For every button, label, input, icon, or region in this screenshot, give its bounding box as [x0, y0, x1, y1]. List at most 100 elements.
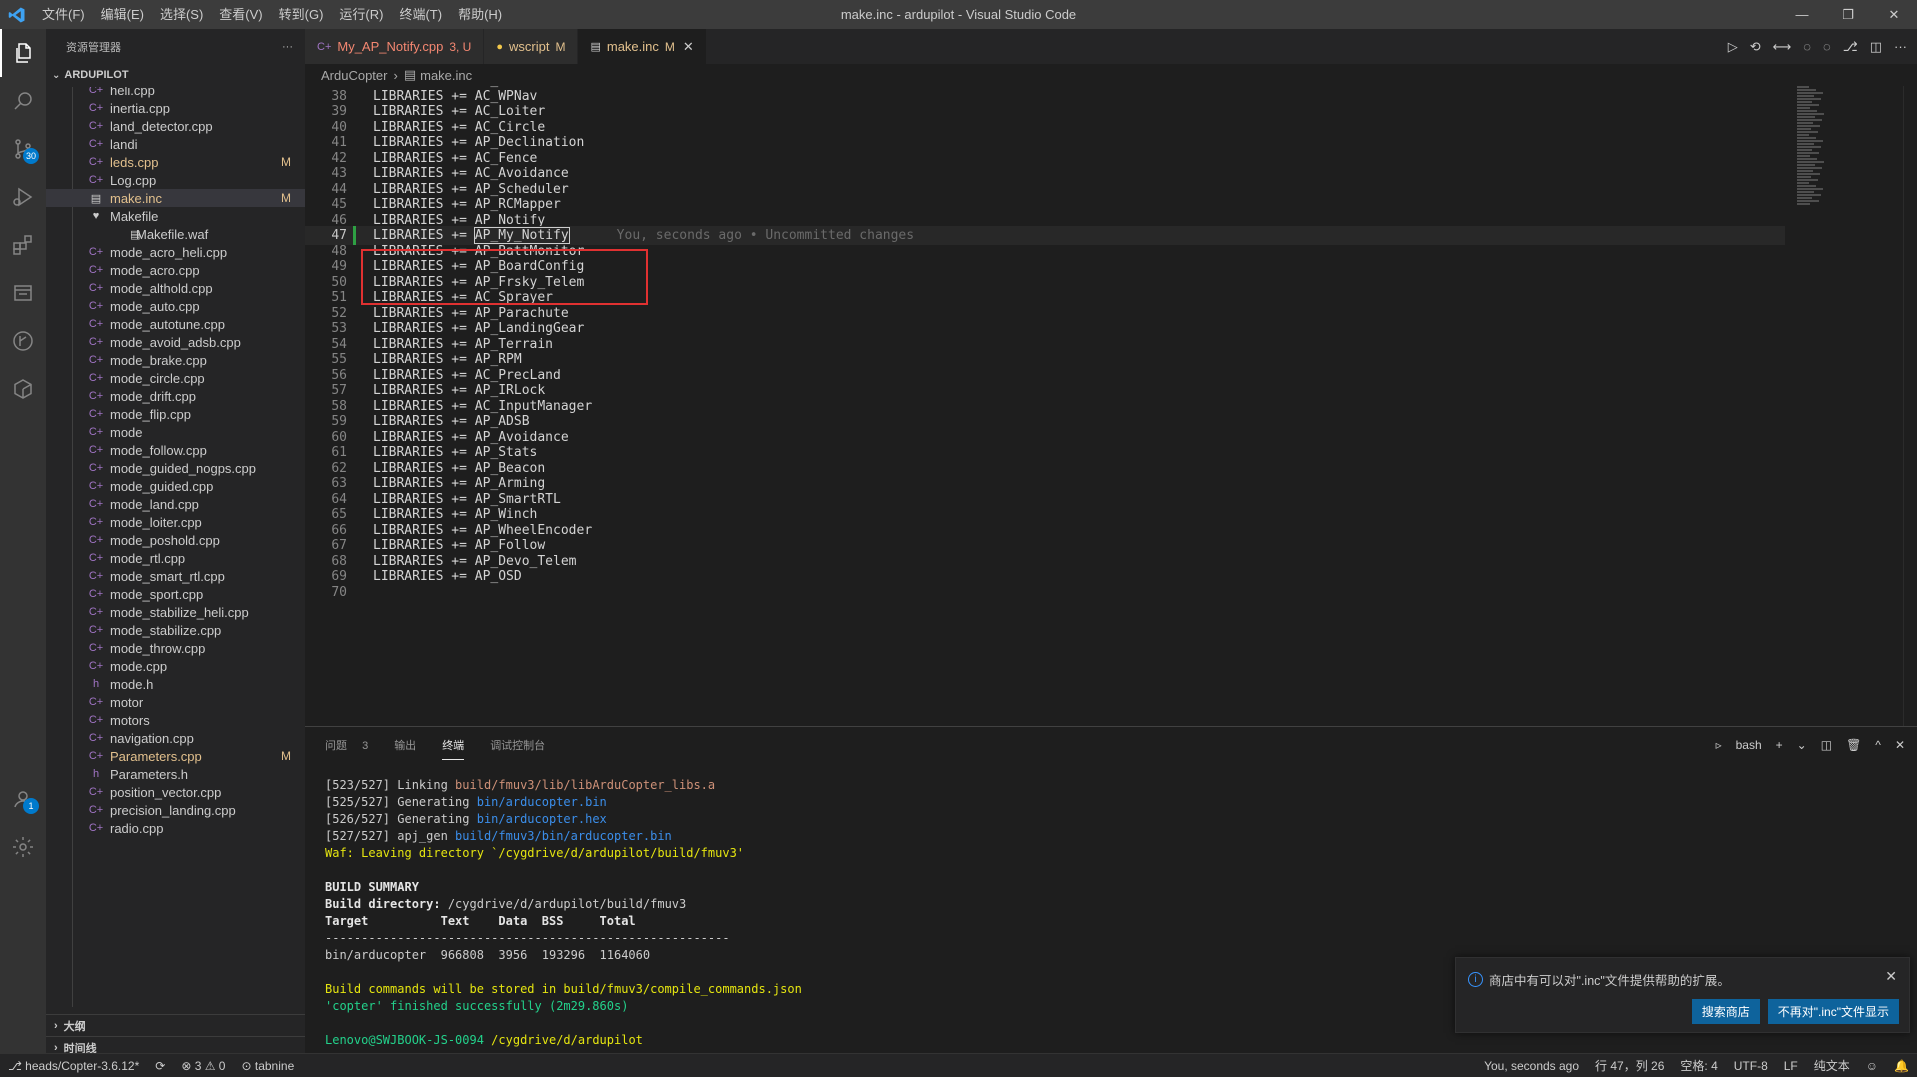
- minimize-button[interactable]: —: [1779, 0, 1825, 29]
- outline-section[interactable]: › 大纲: [46, 1014, 305, 1036]
- git-compare-icon[interactable]: ⟷: [1773, 39, 1792, 55]
- file-item[interactable]: C+ position_vector.cpp: [46, 783, 305, 801]
- workspace-section[interactable]: ⌄ ARDUPILOT: [46, 64, 305, 86]
- explorer-more-button[interactable]: ···: [282, 41, 293, 53]
- cursor-position[interactable]: 行 47，列 26: [1587, 1057, 1672, 1074]
- menu-edit[interactable]: 编辑(E): [93, 0, 152, 29]
- file-item[interactable]: ▤ Makefile.waf: [46, 225, 305, 243]
- menu-selection[interactable]: 选择(S): [152, 0, 211, 29]
- run-icon[interactable]: ▷: [1728, 39, 1738, 55]
- more-actions-icon[interactable]: ···: [1894, 39, 1907, 54]
- git-next-icon[interactable]: ◌: [1823, 39, 1831, 54]
- split-editor-icon[interactable]: ◫: [1870, 39, 1882, 55]
- menu-terminal[interactable]: 终端(T): [391, 0, 450, 29]
- file-item[interactable]: C+ mode_althold.cpp: [46, 279, 305, 297]
- sync-icon[interactable]: ⟳: [147, 1059, 173, 1073]
- file-item[interactable]: C+ mode_drift.cpp: [46, 387, 305, 405]
- file-item[interactable]: C+ mode_sport.cpp: [46, 585, 305, 603]
- file-item[interactable]: C+ Parameters.cpp M: [46, 747, 305, 765]
- new-terminal-button[interactable]: +: [1776, 738, 1783, 752]
- menu-go[interactable]: 转到(G): [271, 0, 332, 29]
- file-item[interactable]: C+ leds.cpp M: [46, 153, 305, 171]
- minimap[interactable]: [1797, 86, 1827, 226]
- feedback-icon[interactable]: ☺: [1858, 1059, 1886, 1073]
- tab-my-ap-notify[interactable]: C+ My_AP_Notify.cpp 3, U: [305, 29, 485, 64]
- menu-run[interactable]: 运行(R): [331, 0, 391, 29]
- gear-icon[interactable]: [0, 823, 46, 871]
- file-item[interactable]: C+ mode_smart_rtl.cpp: [46, 567, 305, 585]
- file-item[interactable]: C+ mode: [46, 423, 305, 441]
- menu-file[interactable]: 文件(F): [34, 0, 93, 29]
- menu-help[interactable]: 帮助(H): [450, 0, 510, 29]
- indentation[interactable]: 空格: 4: [1672, 1057, 1725, 1074]
- file-item[interactable]: C+ mode_land.cpp: [46, 495, 305, 513]
- tab-output[interactable]: 输出: [394, 737, 416, 753]
- close-window-button[interactable]: ✕: [1871, 0, 1917, 29]
- file-item[interactable]: C+ landi: [46, 135, 305, 153]
- restore-button[interactable]: ❐: [1825, 0, 1871, 29]
- editor-scrollbar[interactable]: [1903, 86, 1917, 726]
- git-previous-icon[interactable]: ◌: [1803, 39, 1811, 54]
- file-item[interactable]: C+ mode_throw.cpp: [46, 639, 305, 657]
- maximize-panel-button[interactable]: ^: [1875, 738, 1881, 752]
- file-item[interactable]: h mode.h: [46, 675, 305, 693]
- file-item[interactable]: C+ inertia.cpp: [46, 99, 305, 117]
- file-item[interactable]: C+ mode_guided_nogps.cpp: [46, 459, 305, 477]
- file-item[interactable]: C+ mode_stabilize_heli.cpp: [46, 603, 305, 621]
- encoding[interactable]: UTF-8: [1726, 1059, 1776, 1073]
- file-item[interactable]: C+ mode_circle.cpp: [46, 369, 305, 387]
- file-item[interactable]: ♥ Makefile: [46, 207, 305, 225]
- search-icon[interactable]: [0, 77, 46, 125]
- file-item[interactable]: C+ mode_acro.cpp: [46, 261, 305, 279]
- language-mode[interactable]: 纯文本: [1806, 1057, 1858, 1074]
- problems-indicator[interactable]: ⊗ 3 ⚠ 0: [173, 1059, 233, 1073]
- file-item[interactable]: C+ mode_acro_heli.cpp: [46, 243, 305, 261]
- tab-wscript[interactable]: ● wscript M: [484, 29, 579, 64]
- file-item[interactable]: C+ mode_flip.cpp: [46, 405, 305, 423]
- file-item[interactable]: C+ mode_auto.cpp: [46, 297, 305, 315]
- accounts-icon[interactable]: 1: [0, 775, 46, 823]
- history-icon[interactable]: ⟲: [1750, 39, 1761, 55]
- file-item[interactable]: C+ precision_landing.cpp: [46, 801, 305, 819]
- extensions-icon[interactable]: [0, 221, 46, 269]
- blame-indicator[interactable]: You, seconds ago: [1476, 1059, 1587, 1073]
- file-item[interactable]: ▤ make.inc M: [46, 189, 305, 207]
- remote-explorer-icon[interactable]: [0, 269, 46, 317]
- tab-debug-console[interactable]: 调试控制台: [490, 737, 545, 753]
- file-item[interactable]: C+ navigation.cpp: [46, 729, 305, 747]
- file-item[interactable]: C+ heli.cpp: [46, 87, 305, 99]
- close-panel-button[interactable]: ✕: [1895, 738, 1905, 752]
- split-terminal-button[interactable]: ◫: [1821, 738, 1832, 752]
- bell-icon[interactable]: 🔔: [1886, 1059, 1917, 1073]
- file-item[interactable]: C+ mode.cpp: [46, 657, 305, 675]
- menu-view[interactable]: 查看(V): [211, 0, 270, 29]
- file-item[interactable]: C+ mode_poshold.cpp: [46, 531, 305, 549]
- tab-make-inc[interactable]: ▤ make.inc M ✕: [578, 29, 707, 64]
- breadcrumb-folder[interactable]: ArduCopter: [321, 68, 387, 83]
- file-item[interactable]: C+ mode_guided.cpp: [46, 477, 305, 495]
- git-graph-icon[interactable]: [0, 317, 46, 365]
- cmake-icon[interactable]: [0, 365, 46, 413]
- branch-indicator[interactable]: ⎇ heads/Copter-3.6.12*: [0, 1059, 147, 1073]
- file-item[interactable]: C+ radio.cpp: [46, 819, 305, 837]
- file-item[interactable]: C+ mode_autotune.cpp: [46, 315, 305, 333]
- file-item[interactable]: C+ land_detector.cpp: [46, 117, 305, 135]
- shell-selector[interactable]: bash: [1736, 738, 1762, 752]
- tabnine-indicator[interactable]: ⊙ tabnine: [233, 1059, 302, 1073]
- tab-terminal[interactable]: 终端: [442, 737, 465, 760]
- file-item[interactable]: C+ mode_follow.cpp: [46, 441, 305, 459]
- close-icon[interactable]: ✕: [683, 39, 694, 55]
- dont-show-again-button[interactable]: 不再对".inc"文件显示: [1767, 999, 1899, 1024]
- file-item[interactable]: C+ mode_brake.cpp: [46, 351, 305, 369]
- line-ending[interactable]: LF: [1776, 1059, 1806, 1073]
- code-editor[interactable]: 37LIBRARIES += AP_InertialNav38LIBRARIES…: [305, 86, 1917, 726]
- explorer-icon[interactable]: [0, 29, 46, 77]
- close-icon[interactable]: ✕: [1885, 968, 1897, 985]
- file-item[interactable]: h Parameters.h: [46, 765, 305, 783]
- chevron-down-icon[interactable]: ⌄: [1797, 738, 1807, 752]
- run-debug-icon[interactable]: [0, 173, 46, 221]
- kill-terminal-button[interactable]: 🗑: [1846, 738, 1861, 752]
- search-store-button[interactable]: 搜索商店: [1691, 999, 1760, 1024]
- file-item[interactable]: C+ motor: [46, 693, 305, 711]
- breadcrumb-file[interactable]: make.inc: [420, 68, 472, 83]
